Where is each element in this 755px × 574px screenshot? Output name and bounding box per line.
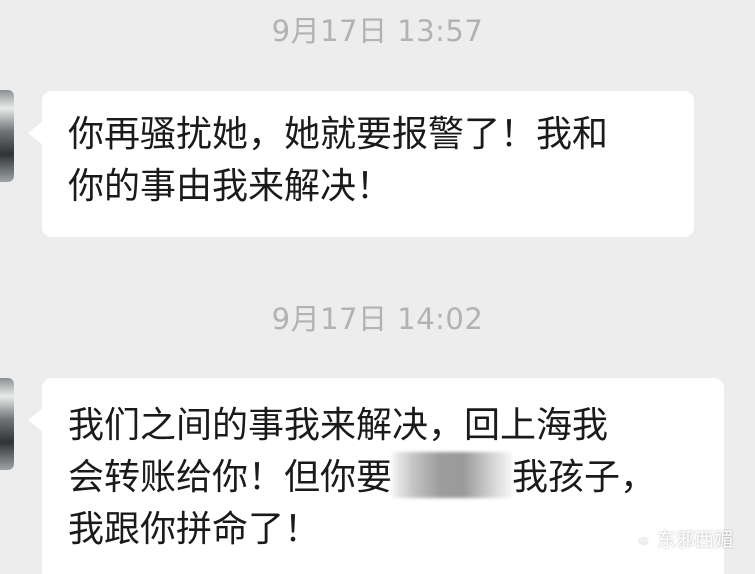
message-timestamp: 9月17日 13:57 [271, 14, 484, 48]
contact-avatar[interactable] [0, 90, 14, 182]
message-timestamp: 9月17日 14:02 [271, 302, 484, 336]
wechat-official-account-icon [628, 529, 651, 548]
message-text-line: 会转账给你！但你要 我孩子， [68, 452, 698, 504]
watermark: 东邪西媚 [628, 525, 733, 552]
message-bubble[interactable]: 你再骚扰她，她就要报警了！我和 你的事由我来解决！ [28, 91, 694, 237]
message-bubble[interactable]: 我们之间的事我来解决，回上海我 会转账给你！但你要 我孩子， 我跟你拼命了！ [28, 378, 724, 574]
message-text-segment: 我孩子， [512, 457, 657, 498]
message-text-segment: 会转账给你！但你要 [68, 457, 393, 498]
redaction-blur [392, 452, 513, 498]
message-text-line: 我们之间的事我来解决，回上海我 [68, 405, 609, 446]
watermark-text: 东邪西媚 [656, 529, 733, 551]
message-text-line: 我跟你拼命了！ [68, 509, 321, 550]
message-text-line: 你的事由我来解决！ [68, 166, 393, 207]
message-text-line: 你再骚扰她，她就要报警了！我和 [68, 114, 609, 155]
contact-avatar[interactable] [0, 378, 14, 470]
